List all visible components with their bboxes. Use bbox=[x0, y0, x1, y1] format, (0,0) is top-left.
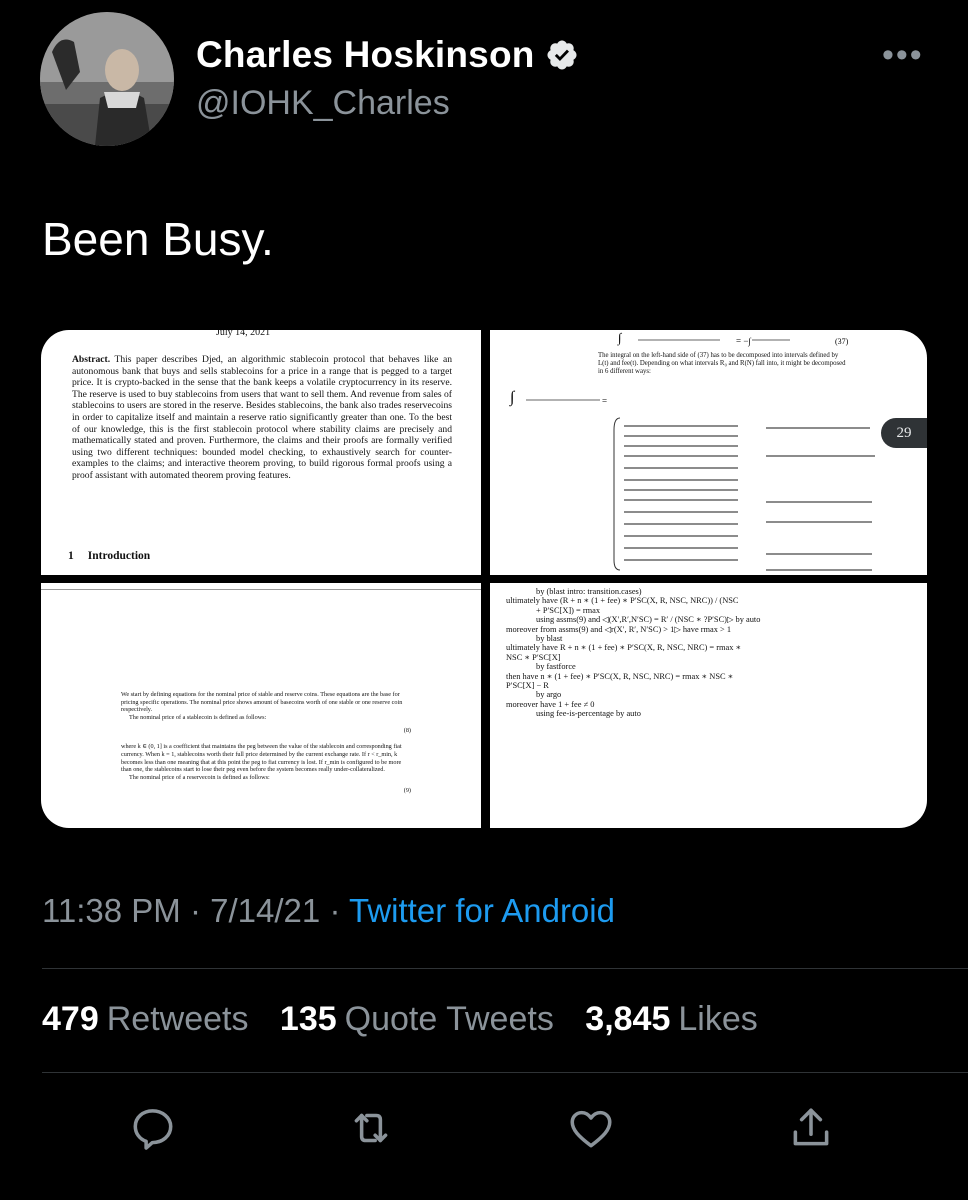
svg-text:∫: ∫ bbox=[617, 330, 623, 346]
share-icon[interactable] bbox=[786, 1103, 836, 1153]
likes-label: Likes bbox=[678, 1000, 758, 1038]
svg-text:∫: ∫ bbox=[509, 389, 516, 407]
equation-9: (9) bbox=[121, 781, 411, 799]
nominal-price-text: We start by defining equations for the n… bbox=[121, 691, 411, 799]
likes-count: 3,845 bbox=[585, 1000, 671, 1038]
media-grid[interactable]: July 14, 2021 Abstract. This paper descr… bbox=[41, 330, 927, 828]
retweets-stat[interactable]: 479 Retweets bbox=[42, 1000, 248, 1038]
author-display-name[interactable]: Charles Hoskinson bbox=[196, 34, 535, 76]
tweet-meta: 11:38 PM · 7/14/21 · Twitter for Android bbox=[42, 892, 615, 930]
integral-paragraph: The integral on the left-hand side of (3… bbox=[598, 352, 846, 375]
proof-line: P′SC[X] − R bbox=[506, 681, 549, 691]
proof-line: using fee-is-percentage by auto bbox=[536, 709, 641, 719]
retweets-count: 479 bbox=[42, 1000, 99, 1038]
like-icon[interactable] bbox=[566, 1103, 616, 1153]
proof-line: by (blast intro: transition.cases) bbox=[536, 587, 642, 596]
nominal-text-4: The nominal price of a reservecoin is de… bbox=[129, 773, 270, 781]
meta-separator-2: · bbox=[329, 892, 341, 929]
equation-8: (8) bbox=[121, 721, 411, 743]
eq-number-9: (9) bbox=[403, 787, 411, 795]
nominal-text-2: The nominal price of a stablecoin is def… bbox=[129, 713, 267, 721]
quotes-count: 135 bbox=[279, 1000, 337, 1038]
svg-text:=: = bbox=[602, 396, 607, 406]
svg-text:= −∫: = −∫ bbox=[736, 336, 752, 347]
proof-line: by fastforce bbox=[536, 662, 576, 672]
proof-line: by blast bbox=[536, 634, 563, 644]
author-handle[interactable]: @IOHK_Charles bbox=[196, 84, 450, 123]
divider-bottom bbox=[42, 1072, 968, 1073]
media-image-3[interactable]: We start by defining equations for the n… bbox=[41, 583, 481, 828]
proof-listing: by (blast intro: transition.cases) ultima… bbox=[506, 587, 916, 719]
tweet-date: 7/14/21 bbox=[210, 892, 321, 929]
proof-line: + P′SC[X]) = rmax bbox=[536, 605, 601, 615]
retweets-label: Retweets bbox=[106, 1000, 249, 1038]
section-title: Introduction bbox=[87, 550, 151, 562]
media-image-4[interactable]: by (blast intro: transition.cases) ultima… bbox=[490, 583, 927, 828]
verified-badge-icon bbox=[547, 40, 577, 70]
abstract-text: This paper describes Djed, an algorithmi… bbox=[72, 354, 453, 481]
likes-stat[interactable]: 3,845 Likes bbox=[585, 1000, 757, 1038]
retweet-icon[interactable] bbox=[346, 1103, 396, 1153]
proof-line: using assms(9) and ◁(X′,R′,N′SC) = R′ / … bbox=[536, 615, 761, 625]
nominal-text-1: We start by defining equations for the n… bbox=[121, 691, 403, 714]
proof-line: moreover have 1 + fee ≠ 0 bbox=[506, 699, 595, 709]
abstract-label: Abstract. bbox=[72, 354, 111, 365]
tweet-text: Been Busy. bbox=[42, 213, 274, 265]
reply-icon[interactable] bbox=[128, 1103, 178, 1153]
eq-number-37: (37) bbox=[835, 337, 849, 346]
proof-line: moreover from assms(9) and ◁r(X′, R′, N′… bbox=[506, 624, 732, 634]
avatar-photo bbox=[40, 12, 174, 146]
meta-separator: · bbox=[189, 892, 201, 929]
media-image-1[interactable]: July 14, 2021 Abstract. This paper descr… bbox=[41, 330, 481, 575]
divider-top bbox=[42, 968, 968, 969]
nominal-text-3: where k ∈ (0, 1] is a coefficient that m… bbox=[121, 743, 402, 774]
tweet-stats: 479 Retweets 135 Quote Tweets 3,845 Likes bbox=[42, 1000, 780, 1039]
tweet-time: 11:38 PM bbox=[42, 892, 181, 929]
quotes-label: Quote Tweets bbox=[344, 1000, 554, 1038]
proof-line: then have n ∗ (1 + fee) ∗ P′SC(X, R, NSC… bbox=[506, 671, 734, 681]
proof-line: ultimately have (R + n ∗ (1 + fee) ∗ P′S… bbox=[506, 596, 739, 606]
author-name-row[interactable]: Charles Hoskinson bbox=[196, 34, 579, 76]
paper-section-heading: 1 Introduction bbox=[68, 550, 150, 562]
eq-number-8: (8) bbox=[403, 727, 411, 735]
avatar[interactable] bbox=[40, 12, 174, 146]
image-count-badge: 29 bbox=[881, 418, 927, 448]
proof-line: ultimately have R + n ∗ (1 + fee) ∗ P′SC… bbox=[506, 643, 742, 653]
section-number: 1 bbox=[68, 550, 74, 562]
proof-line: NSC ∗ P′SC[X] bbox=[506, 652, 561, 662]
page-rule bbox=[41, 589, 481, 590]
more-dots-icon[interactable]: ••• bbox=[882, 36, 924, 75]
proof-line: by argo bbox=[536, 690, 562, 700]
paper-abstract: Abstract. This paper describes Djed, an … bbox=[72, 354, 452, 482]
media-image-2[interactable]: ∫ = −∫ (37) ∫ = The integral on the left… bbox=[490, 330, 927, 575]
paper-date: July 14, 2021 bbox=[216, 330, 271, 338]
quote-tweets-stat[interactable]: 135 Quote Tweets bbox=[280, 1000, 554, 1038]
tweet-source-link[interactable]: Twitter for Android bbox=[349, 892, 615, 929]
